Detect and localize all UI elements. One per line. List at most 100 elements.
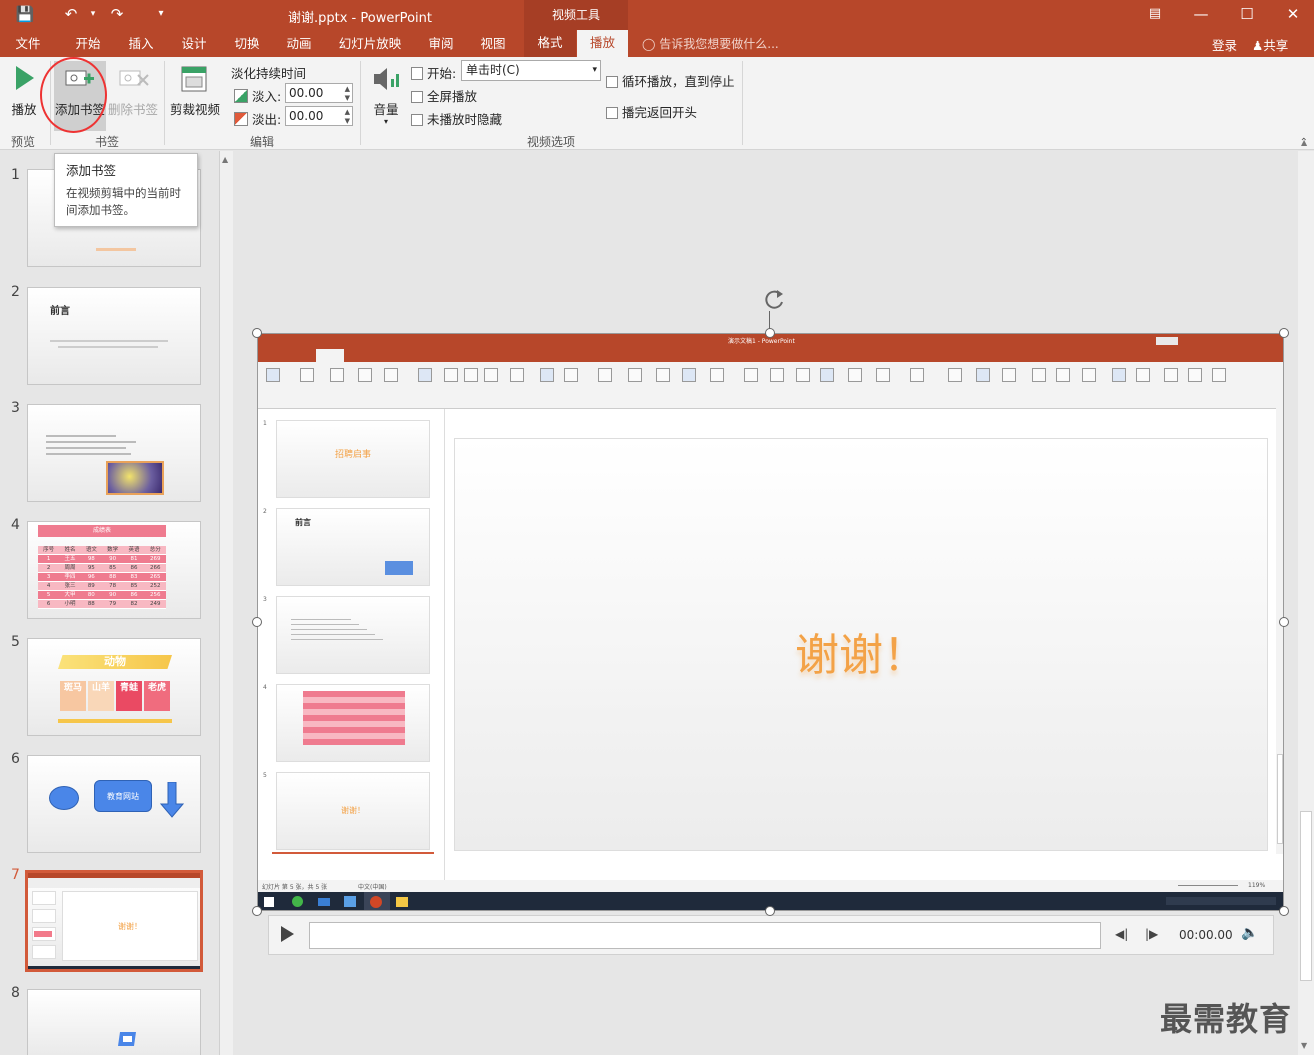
step-forward-icon[interactable]: |▶ — [1145, 927, 1158, 941]
video-inner-thumb — [276, 596, 430, 674]
fade-out-input[interactable]: 00.00 ▲ ▼ — [285, 106, 353, 126]
remove-bookmark-button[interactable]: 删除书签 — [108, 61, 158, 131]
scroll-up-icon[interactable]: ▲ — [1301, 138, 1307, 147]
video-frame[interactable]: 演示文稿1 - PowerPoint 1 招聘启事 2 前言 3 4 5 谢谢！ 谢谢！ 幻灯… — [257, 333, 1284, 911]
tab-slideshow[interactable]: 幻灯片放映 — [334, 34, 406, 57]
divider — [360, 61, 361, 145]
ribbon-icon — [1002, 368, 1016, 382]
timeline-track[interactable] — [309, 922, 1101, 949]
tab-design[interactable]: 设计 — [172, 34, 216, 57]
editor-scrollbar[interactable] — [1298, 151, 1314, 1055]
resize-handle[interactable] — [765, 906, 775, 916]
play-icon — [16, 66, 34, 90]
play-button[interactable]: 播放 — [6, 61, 42, 131]
ribbon-icon — [464, 368, 478, 382]
tab-format[interactable]: 格式 — [524, 30, 576, 57]
text-line — [50, 340, 168, 342]
scroll-down-icon[interactable]: ▼ — [1301, 1041, 1307, 1050]
slide-thumbnail-4[interactable]: 成绩表 序号 姓名 语文 数学 英语 总分 1 王五 98 90 81 269 2 周周 95 85 86 266… — [27, 521, 201, 619]
redo-icon[interactable]: ↷ — [106, 4, 128, 24]
resize-handle[interactable] — [252, 906, 262, 916]
bookmarks-group-label: 书签 — [95, 135, 120, 149]
ribbon-icon — [330, 368, 344, 382]
undo-icon[interactable]: ↶ — [60, 4, 82, 24]
save-icon[interactable]: 💾 — [14, 4, 36, 24]
minimize-icon[interactable]: — — [1178, 0, 1224, 30]
maximize-icon[interactable]: ☐ — [1224, 0, 1270, 30]
resize-handle[interactable] — [1279, 328, 1289, 338]
thumbnail-scrollbar[interactable]: ▲ — [219, 151, 233, 1055]
sign-in-link[interactable]: 登录 — [1212, 35, 1237, 54]
trim-video-button[interactable]: 剪裁视频 — [168, 61, 222, 131]
slide-thumbnail-5[interactable]: 动物 斑马 山羊 青蛙 老虎 — [27, 638, 201, 736]
volume-button[interactable]: 音量 ▾ — [366, 61, 406, 131]
slide-thumbnail-2[interactable]: 前言 — [27, 287, 201, 385]
slide-number: 7 — [11, 867, 20, 883]
tab-transitions[interactable]: 切换 — [225, 34, 269, 57]
grade-table: 序号 姓名 语文 数学 英语 总分 1 王五 98 90 81 269 2 周周 95 85 86 266 3 李四 9… — [38, 546, 166, 609]
fullscreen-checkbox[interactable]: 全屏播放 — [411, 86, 477, 105]
video-inner-slide-number: 1 — [263, 420, 267, 427]
resize-handle[interactable] — [252, 617, 262, 627]
table-row: 2 周周 95 85 86 266 — [38, 564, 166, 573]
volume-icon[interactable]: 🔈 — [1241, 925, 1258, 941]
ribbon-icon — [948, 368, 962, 382]
spin-up-icon[interactable]: ▲ — [345, 108, 350, 116]
tab-playback[interactable]: 播放 — [577, 30, 628, 57]
video-tools-group-label: 视频工具 — [524, 0, 628, 30]
text-line — [291, 639, 383, 640]
trim-video-icon — [181, 66, 207, 92]
ribbon-icon — [976, 368, 990, 382]
table-cell: 83 — [130, 574, 138, 580]
tab-view[interactable]: 视图 — [471, 34, 515, 57]
ribbon-icon — [1056, 368, 1070, 382]
fade-in-input[interactable]: 00.00 ▲ ▼ — [285, 83, 353, 103]
video-inner-zoom: 119% — [1248, 882, 1266, 889]
share-button[interactable]: ♟共享 — [1252, 35, 1288, 54]
tab-insert[interactable]: 插入 — [119, 34, 163, 57]
fade-out-label: 淡出: — [251, 112, 282, 127]
undo-dropdown-icon[interactable]: ▾ — [82, 4, 104, 24]
video-inner-scroll-thumb — [1277, 754, 1283, 844]
tell-me-search[interactable]: ◯ 告诉我您想要做什么... — [642, 35, 779, 52]
spin-down-icon[interactable]: ▼ — [345, 117, 350, 125]
video-inner-tabs — [258, 348, 1283, 362]
step-back-icon[interactable]: ◀| — [1115, 927, 1128, 941]
ribbon-icon — [910, 368, 924, 382]
tab-animations[interactable]: 动画 — [277, 34, 321, 57]
fullscreen-label: 全屏播放 — [427, 89, 478, 104]
close-icon[interactable]: ✕ — [1270, 0, 1314, 30]
rotate-handle-icon[interactable] — [760, 286, 788, 314]
hide-not-playing-checkbox[interactable]: 未播放时隐藏 — [411, 109, 502, 128]
slide-thumbnail-8[interactable] — [27, 989, 201, 1055]
speaker-icon — [374, 68, 399, 90]
spin-down-icon[interactable]: ▼ — [345, 94, 350, 102]
tab-file[interactable]: 文件 — [8, 34, 48, 57]
slide-thumbnail-6[interactable]: 教育网站 — [27, 755, 201, 853]
tab-review[interactable]: 审阅 — [419, 34, 463, 57]
slide-number: 3 — [11, 400, 20, 416]
video-inner-slide-number: 2 — [263, 508, 267, 515]
resize-handle[interactable] — [252, 328, 262, 338]
resize-handle[interactable] — [1279, 617, 1289, 627]
tab-home[interactable]: 开始 — [66, 34, 110, 57]
play-pause-icon[interactable] — [281, 926, 294, 942]
rewind-checkbox[interactable]: 播完返回开头 — [606, 102, 697, 121]
start-dropdown[interactable]: 单击时(C) ▾ — [461, 60, 601, 81]
ribbon-icon — [682, 368, 696, 382]
ribbon-icon — [1032, 368, 1046, 382]
resize-handle[interactable] — [1279, 906, 1289, 916]
customize-qat-icon[interactable]: ▾ — [150, 4, 172, 24]
resize-handle[interactable] — [765, 328, 775, 338]
video-inner-thumb — [276, 684, 430, 762]
spin-up-icon[interactable]: ▲ — [345, 85, 350, 93]
slide-thumbnail-7[interactable]: 谢谢！ — [25, 870, 203, 972]
loop-checkbox[interactable]: 循环播放，直到停止 — [606, 71, 735, 90]
table-cell: 80 — [87, 592, 95, 598]
ribbon-display-options-icon[interactable]: ▤ — [1132, 0, 1178, 30]
slide-thumbnail-3[interactable] — [27, 404, 201, 502]
scroll-up-icon[interactable]: ▲ — [222, 155, 228, 164]
video-inner-status-lang: 中文(中国) — [358, 884, 387, 891]
table-row: 5 大甲 80 90 86 256 — [38, 591, 166, 600]
scroll-thumb[interactable] — [1300, 811, 1312, 981]
